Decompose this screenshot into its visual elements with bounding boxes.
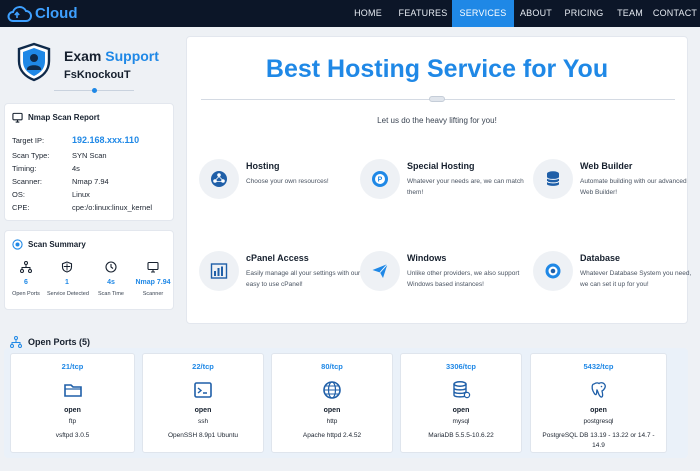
report-row-os: OS: Linux bbox=[12, 190, 90, 199]
summary-services: 1 Service Detected bbox=[47, 261, 89, 297]
open-ports-title: Open Ports (5) bbox=[28, 337, 91, 347]
hosting-services-card: Best Hosting Service for You Let us do t… bbox=[186, 36, 691, 324]
service-windows[interactable]: Windows Unlike other providers, we also … bbox=[360, 251, 530, 311]
profile-card: Exam Support FsKnockouT bbox=[4, 36, 174, 94]
profile-title: Exam Support bbox=[64, 48, 159, 64]
hero-subtitle: Let us do the heavy lifting for you! bbox=[377, 116, 497, 125]
open-ports-header: Open Ports (5) bbox=[10, 336, 90, 348]
profile-divider-dot bbox=[92, 88, 97, 93]
port-card-22[interactable]: 22/tcp open ssh OpenSSH 8.9p1 Ubuntu bbox=[142, 353, 264, 453]
nav-team[interactable]: TEAM bbox=[610, 0, 650, 27]
database-icon bbox=[453, 381, 471, 399]
windows-icon bbox=[372, 263, 388, 278]
nav-contact[interactable]: CONTACT bbox=[650, 0, 700, 27]
network-icon bbox=[20, 261, 32, 273]
nav-about[interactable]: ABOUT bbox=[514, 0, 558, 27]
hosting-icon bbox=[211, 171, 227, 187]
profile-username: FsKnockouT bbox=[64, 69, 131, 81]
nav-pricing[interactable]: PRICING bbox=[558, 0, 610, 27]
nav-features[interactable]: FEATURES bbox=[394, 0, 452, 27]
shield-icon bbox=[61, 261, 73, 273]
database-icon bbox=[545, 263, 561, 279]
postgres-icon bbox=[590, 382, 606, 398]
nav-menu: HOME FEATURES SERVICES ABOUT PRICING TEA… bbox=[342, 0, 700, 27]
scan-summary-title: Scan Summary bbox=[28, 240, 86, 249]
target-icon bbox=[12, 239, 23, 250]
port-card-80[interactable]: 80/tcp open http Apache httpd 2.4.52 bbox=[271, 353, 393, 453]
scan-report-panel: Nmap Scan Report Target IP: 192.168.xxx.1… bbox=[4, 103, 174, 221]
summary-scanner: Nmap 7.94 Scanner bbox=[133, 261, 173, 297]
target-ip-value: 192.168.xxx.110 bbox=[72, 135, 140, 145]
network-icon bbox=[10, 336, 22, 348]
service-special-hosting[interactable]: P Special Hosting Whatever your needs ar… bbox=[360, 159, 530, 219]
clock-icon bbox=[105, 261, 117, 273]
scan-summary-panel: Scan Summary 6 Open Ports 1 Service Dete… bbox=[4, 230, 174, 310]
report-row-scanner: Scanner: Nmap 7.94 bbox=[12, 177, 109, 186]
folder-icon bbox=[63, 384, 82, 397]
scan-summary-header: Scan Summary bbox=[12, 239, 86, 250]
hero-divider-pill bbox=[429, 96, 445, 102]
monitor-icon bbox=[147, 261, 159, 273]
summary-open-ports: 6 Open Ports bbox=[6, 261, 46, 297]
svg-text:P: P bbox=[378, 177, 383, 184]
port-card-5432[interactable]: 5432/tcp open postgresql PostgreSQL DB 1… bbox=[530, 353, 667, 453]
special-hosting-icon: P bbox=[372, 171, 388, 187]
nav-home[interactable]: HOME bbox=[342, 0, 394, 27]
service-database[interactable]: Database Whatever Database System you ne… bbox=[533, 251, 700, 311]
port-card-21[interactable]: 21/tcp open ftp vsftpd 3.0.5 bbox=[10, 353, 135, 453]
service-web-builder[interactable]: Web Builder Automate building with our a… bbox=[533, 159, 700, 219]
brand-logo[interactable]: Cloud bbox=[6, 5, 78, 23]
shield-user-icon bbox=[17, 42, 51, 82]
report-row-cpe: CPE: cpe:/o:linux:linux_kernel bbox=[12, 203, 153, 212]
open-ports-panel: 21/tcp open ftp vsftpd 3.0.5 22/tcp open… bbox=[4, 348, 688, 458]
globe-icon bbox=[323, 381, 341, 399]
service-hosting[interactable]: Hosting Choose your own resources! bbox=[199, 159, 369, 219]
top-navbar: Cloud HOME FEATURES SERVICES ABOUT PRICI… bbox=[0, 0, 700, 27]
scan-report-header: Nmap Scan Report bbox=[12, 112, 100, 123]
web-builder-icon bbox=[546, 171, 560, 186]
report-row-scan-type: Scan Type: SYN Scan bbox=[12, 151, 107, 160]
monitor-icon bbox=[12, 112, 23, 123]
scan-report-title: Nmap Scan Report bbox=[28, 113, 100, 122]
brand-name: Cloud bbox=[35, 5, 78, 22]
hero-title: Best Hosting Service for You bbox=[265, 55, 609, 83]
nav-services[interactable]: SERVICES bbox=[452, 0, 514, 27]
terminal-icon bbox=[194, 382, 212, 398]
port-card-3306[interactable]: 3306/tcp open mysql MariaDB 5.5.5-10.6.2… bbox=[400, 353, 522, 453]
service-cpanel[interactable]: cPanel Access Easily manage all your set… bbox=[199, 251, 369, 311]
cpanel-icon bbox=[210, 263, 228, 279]
cloud-icon bbox=[7, 5, 32, 22]
report-row-target-ip: Target IP: 192.168.xxx.110 bbox=[12, 135, 140, 145]
report-row-timing: Timing: 4s bbox=[12, 164, 80, 173]
summary-scan-time: 4s Scan Time bbox=[91, 261, 131, 297]
